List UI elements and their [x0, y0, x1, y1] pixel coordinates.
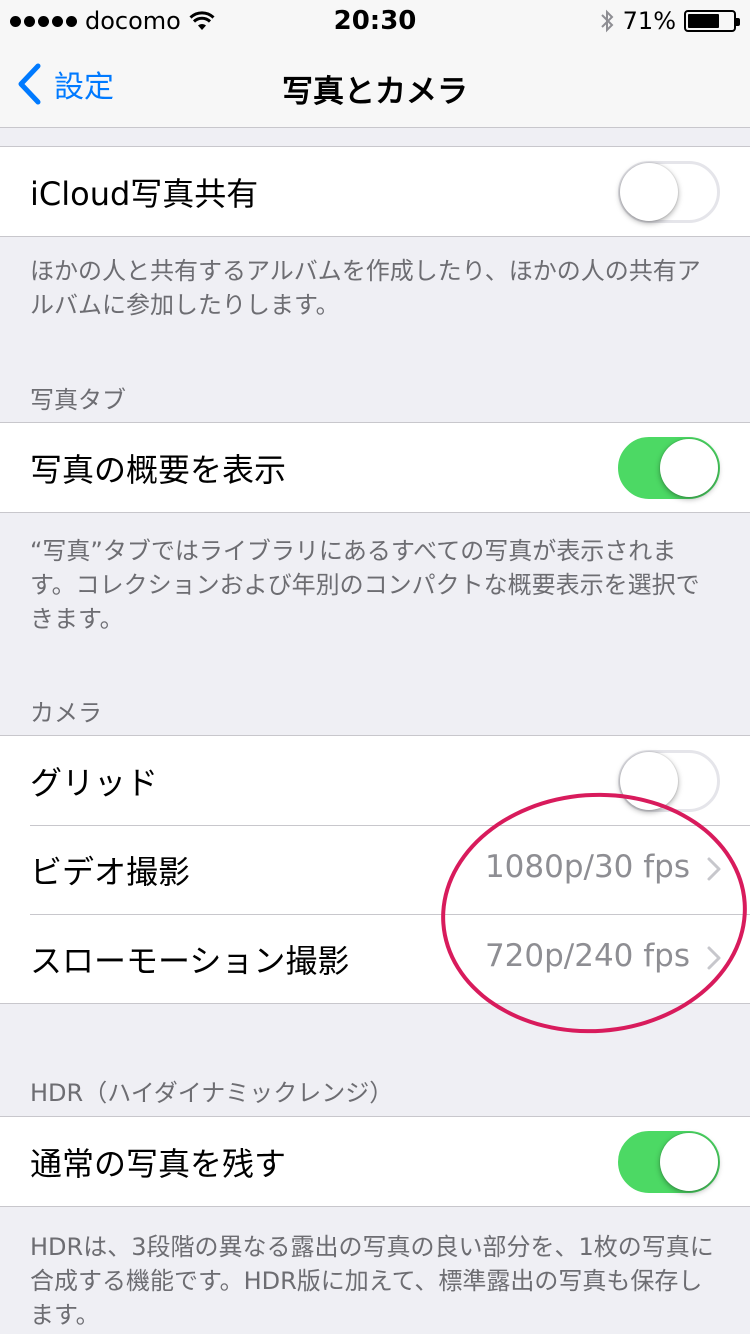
keep-normal-photo-row: 通常の写真を残す	[0, 1117, 750, 1206]
status-bar-right: 71%	[599, 7, 740, 35]
chevron-right-icon	[707, 857, 721, 881]
icloud-photo-sharing-row: iCloud写真共有	[0, 147, 750, 236]
keep-normal-photo-toggle[interactable]	[618, 1131, 720, 1193]
battery-percent: 71%	[622, 7, 676, 35]
record-video-value: 1080p/30 fps	[484, 849, 690, 885]
grid-toggle[interactable]	[618, 750, 720, 812]
keep-normal-photo-label: 通常の写真を残す	[30, 1144, 287, 1183]
show-summary-label: 写真の概要を表示	[30, 450, 287, 489]
photos-tab-group: 写真の概要を表示	[0, 422, 750, 513]
chevron-right-icon	[707, 946, 721, 970]
icloud-photo-sharing-toggle[interactable]	[618, 161, 720, 223]
photos-tab-footer: “写真”タブではライブラリにあるすべての写真が表示されます。コレクションおよび年…	[30, 537, 700, 633]
record-video-label: ビデオ撮影	[30, 852, 191, 891]
navigation-bar: 設定 写真とカメラ	[0, 40, 750, 128]
icloud-photo-sharing-label: iCloud写真共有	[30, 174, 259, 213]
record-slomo-row[interactable]: スローモーション撮影 720p/240 fps	[0, 914, 750, 1003]
camera-header: カメラ	[30, 699, 102, 727]
bluetooth-icon	[600, 9, 614, 33]
icloud-footer: ほかの人と共有するアルバムを作成したり、ほかの人の共有アルバムに参加したりします…	[30, 257, 701, 319]
grid-row: グリッド	[0, 736, 750, 825]
grid-label: グリッド	[30, 763, 159, 802]
page-title: 写真とカメラ	[282, 74, 468, 110]
hdr-footer: HDRは、3段階の異なる露出の写真の良い部分を、1枚の写真に合成する機能です。H…	[30, 1233, 714, 1329]
icloud-group: iCloud写真共有	[0, 146, 750, 237]
show-summary-toggle[interactable]	[618, 437, 720, 499]
hdr-group: 通常の写真を残す	[0, 1116, 750, 1207]
record-slomo-label: スローモーション撮影	[30, 941, 350, 980]
record-slomo-value: 720p/240 fps	[484, 938, 690, 974]
hdr-header: HDR（ハイダイナミックレンジ）	[30, 1079, 394, 1107]
status-bar: docomo 20:30 71%	[0, 0, 750, 40]
battery-icon	[684, 10, 740, 32]
camera-group: グリッド ビデオ撮影 1080p/30 fps スローモーション撮影 720p/…	[0, 735, 750, 1004]
photos-tab-header: 写真タブ	[30, 386, 126, 414]
record-video-row[interactable]: ビデオ撮影 1080p/30 fps	[0, 825, 750, 914]
show-summary-row: 写真の概要を表示	[0, 423, 750, 512]
